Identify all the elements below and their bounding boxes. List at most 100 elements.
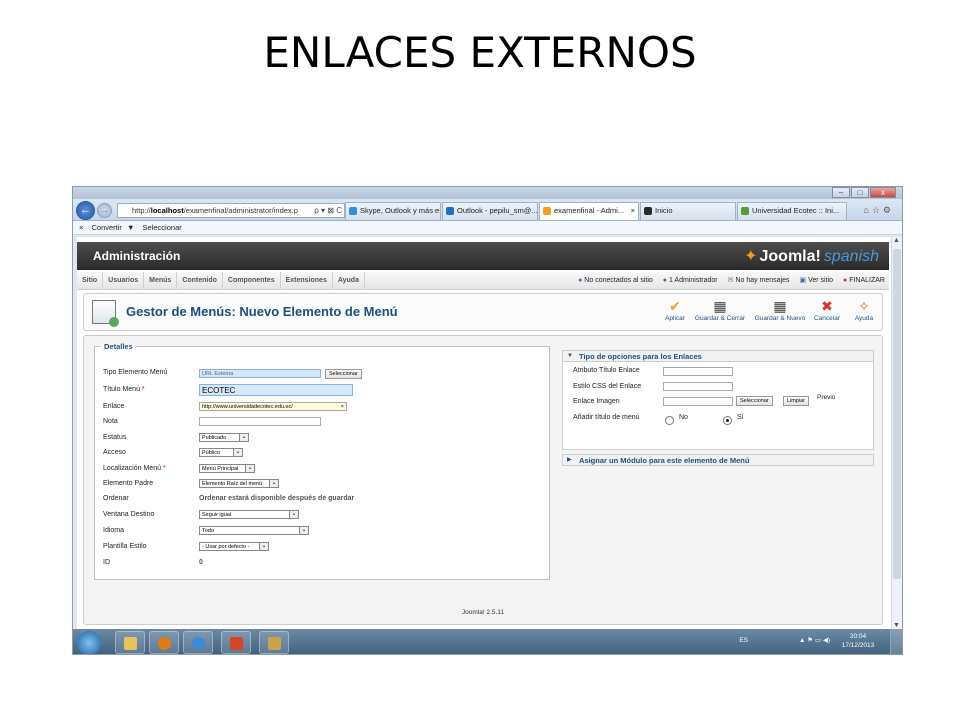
taskbar-media-player[interactable] bbox=[149, 631, 179, 654]
css-input[interactable] bbox=[663, 382, 733, 391]
status-not-connected: No conectados al sitio bbox=[584, 277, 653, 284]
scroll-thumb[interactable] bbox=[893, 249, 901, 579]
template-value: - Usar por defecto - bbox=[202, 544, 250, 550]
chevron-down-icon: ⌄ bbox=[233, 449, 242, 456]
title-input[interactable]: ECOTEC bbox=[199, 384, 353, 396]
browser-navbar: ← → http://localhost/examenfinal/adminis… bbox=[73, 199, 902, 221]
save-icon: ▦ bbox=[713, 298, 727, 314]
parent-select[interactable]: Elemento Raíz del menú ⌄ bbox=[199, 479, 279, 488]
css-label: Estilo CSS del Enlace bbox=[573, 383, 642, 390]
forward-button[interactable]: → bbox=[97, 203, 112, 218]
template-label: Plantilla Estilo bbox=[103, 543, 147, 550]
title-label-text: Título Menú bbox=[103, 386, 140, 393]
language-indicator[interactable]: ES bbox=[739, 636, 748, 645]
select-button[interactable]: Seleccionar bbox=[143, 223, 182, 232]
link-options-body: Atributo Título Enlace Estilo CSS del En… bbox=[562, 362, 874, 450]
mail-icon: ✉ bbox=[727, 277, 734, 284]
chevron-down-icon: ⌄ bbox=[269, 480, 278, 487]
url-prefix: http:// bbox=[132, 206, 151, 215]
link-options-header[interactable]: ▼ Tipo de opciones para los Enlaces bbox=[562, 350, 874, 362]
type-select-button[interactable]: Seleccionar bbox=[325, 369, 362, 379]
link-value: http://www.universidadecotec.edu.ec/ bbox=[202, 404, 293, 410]
image-label: Enlace Imagen bbox=[573, 398, 620, 405]
menu-sitio[interactable]: Sitio bbox=[77, 272, 104, 290]
save-new-icon: ▦ bbox=[773, 298, 787, 314]
maximize-button[interactable]: □ bbox=[851, 187, 869, 198]
skype-icon bbox=[349, 207, 357, 215]
tab-skype[interactable]: Skype, Outlook y más e... bbox=[345, 202, 441, 220]
convert-dropdown-icon[interactable]: ▼ bbox=[127, 223, 134, 232]
menu-usuarios[interactable]: Usuarios bbox=[103, 272, 145, 290]
cancel-button[interactable]: ✖ Cancelar bbox=[812, 297, 842, 322]
required-mark: * bbox=[141, 386, 145, 393]
scroll-up-icon[interactable]: ▲ bbox=[893, 237, 900, 244]
close-window-button[interactable]: x bbox=[870, 187, 896, 198]
link-label: Enlace bbox=[103, 403, 125, 410]
tab-label: Universidad Ecotec :: Ini... bbox=[752, 206, 840, 215]
status-select[interactable]: Publicado ⌄ bbox=[199, 433, 249, 442]
tab-ecotec[interactable]: Universidad Ecotec :: Ini... bbox=[737, 202, 847, 220]
logout-link[interactable]: FINALIZAR bbox=[849, 277, 885, 284]
status-messages: No hay mensajes bbox=[735, 277, 790, 284]
page-scrollbar[interactable]: ▲ ▼ bbox=[891, 237, 902, 629]
tab-outlook[interactable]: Outlook - pepilu_sm@... bbox=[442, 202, 538, 220]
tab-inicio[interactable]: Inicio bbox=[640, 202, 736, 220]
target-select[interactable]: Seguir igual ⌄ bbox=[199, 510, 299, 519]
module-assign-header[interactable]: ▶ Asignar un Módulo para este elemento d… bbox=[562, 454, 874, 466]
image-clear-button[interactable]: Limpiar bbox=[783, 396, 810, 406]
yes-radio[interactable] bbox=[723, 416, 732, 425]
module-assign-heading: Asignar un Módulo para este elemento de … bbox=[579, 456, 750, 465]
template-select[interactable]: - Usar por defecto - ⌄ bbox=[199, 542, 269, 551]
parent-value: Elemento Raíz del menú bbox=[202, 481, 263, 487]
save-new-button[interactable]: ▦ Guardar & Nuevo bbox=[752, 297, 808, 322]
title-attr-input[interactable] bbox=[663, 367, 733, 376]
access-label: Acceso bbox=[103, 449, 126, 456]
taskbar-explorer[interactable] bbox=[115, 631, 145, 654]
menu-contenido[interactable]: Contenido bbox=[177, 272, 223, 290]
start-button[interactable] bbox=[77, 631, 101, 654]
help-button[interactable]: ✧ Ayuda bbox=[852, 297, 876, 322]
link-clear-icon[interactable]: × bbox=[341, 403, 344, 410]
image-input[interactable] bbox=[663, 397, 733, 406]
taskbar-powerpoint[interactable] bbox=[221, 631, 251, 654]
note-input[interactable] bbox=[199, 417, 321, 426]
tray-icons[interactable]: ▲ ⚑ ▭ ◀) bbox=[799, 636, 830, 645]
menu-location-select[interactable]: Menú Principal ⌄ bbox=[199, 464, 255, 473]
menu-menus[interactable]: Menús bbox=[144, 272, 178, 290]
save-close-button[interactable]: ▦ Guardar & Cerrar bbox=[692, 297, 748, 322]
inicio-icon bbox=[644, 207, 652, 215]
back-button[interactable]: ← bbox=[76, 201, 95, 220]
target-label: Ventana Destino bbox=[103, 511, 155, 518]
image-select-button[interactable]: Seleccionar bbox=[736, 396, 773, 406]
command-close-icon[interactable]: × bbox=[79, 223, 83, 232]
show-desktop-button[interactable] bbox=[890, 629, 902, 654]
clock[interactable]: 20:04 17/12/2013 bbox=[838, 632, 878, 650]
convert-button[interactable]: Convertir bbox=[91, 223, 121, 232]
no-radio[interactable] bbox=[665, 416, 674, 425]
order-note: Ordenar estará disponible después de gua… bbox=[199, 495, 355, 502]
scroll-down-icon[interactable]: ▼ bbox=[893, 622, 900, 629]
taskbar-internet-explorer[interactable] bbox=[183, 631, 213, 654]
menu-componentes[interactable]: Componentes bbox=[223, 272, 281, 290]
access-select[interactable]: Público ⌄ bbox=[199, 448, 243, 457]
address-tools[interactable]: ρ ▾ ⊠ C bbox=[314, 204, 342, 217]
admin-status: ● No conectados al sitio ● 1 Administrador… bbox=[570, 272, 885, 290]
taskbar-archive[interactable] bbox=[259, 631, 289, 654]
minimize-button[interactable]: – bbox=[832, 187, 850, 198]
menu-extensiones[interactable]: Extensiones bbox=[281, 272, 333, 290]
apply-label: Aplicar bbox=[665, 315, 685, 322]
admin-title: Administración bbox=[93, 249, 181, 263]
link-input[interactable]: http://www.universidadecotec.edu.ec/ × bbox=[199, 402, 347, 411]
menu-ayuda[interactable]: Ayuda bbox=[333, 272, 365, 290]
address-bar[interactable]: http://localhost/examenfinal/administrat… bbox=[117, 203, 345, 218]
apply-button[interactable]: ✔ Aplicar bbox=[662, 297, 688, 322]
window-titlebar: – □ x bbox=[73, 187, 902, 199]
home-star-gear-icons[interactable]: ⌂☆⚙ bbox=[863, 205, 894, 216]
monitor-icon: ▣ bbox=[799, 277, 807, 284]
save-close-label: Guardar & Cerrar bbox=[694, 315, 746, 322]
tab-close-icon[interactable]: × bbox=[631, 203, 635, 219]
tab-examenfinal[interactable]: examenfinal - Admi... × bbox=[539, 202, 639, 220]
language-select[interactable]: Todo ⌄ bbox=[199, 526, 309, 535]
view-site-link[interactable]: Ver sitio bbox=[808, 277, 833, 284]
joomla-admin-page: Administración ✦ Joomla! spanish Sitio Usu… bbox=[77, 237, 892, 629]
